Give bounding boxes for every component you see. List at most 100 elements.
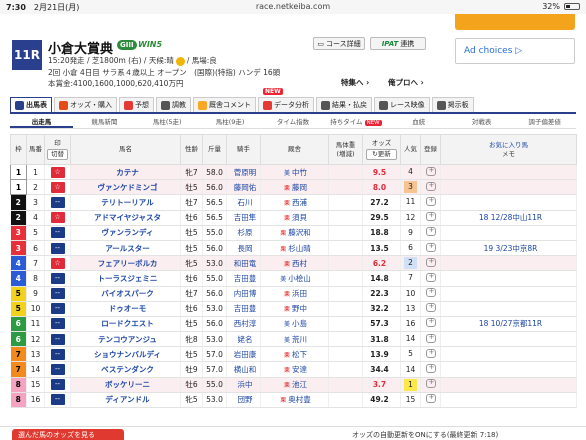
jockey-link[interactable]: 団野 <box>226 392 261 409</box>
trainer-link[interactable]: 藤岡 <box>292 183 307 192</box>
register-cell[interactable] <box>420 210 441 226</box>
mark-cell[interactable]: ☆ <box>44 255 71 272</box>
odds-value[interactable]: 9.5 <box>362 164 401 181</box>
tab-2[interactable]: オッズ・購入 <box>54 97 117 112</box>
tab-1[interactable]: 出馬表 <box>10 97 52 112</box>
memo-cell[interactable] <box>440 392 577 409</box>
mark-cell[interactable]: -- <box>44 331 71 348</box>
view-selected-odds-button[interactable]: 選んだ馬のオッズを見る <box>12 429 124 440</box>
odds-value[interactable]: 18.8 <box>362 225 401 241</box>
table-row[interactable]: 24☆アドマイヤジャスタ牡656.5吉田隼栗須貝29.51218 12/28中山… <box>10 210 577 226</box>
ad-choices-box[interactable]: Ad choices ▷ <box>455 38 575 64</box>
tab-4[interactable]: 調教 <box>156 97 191 112</box>
memo-cell[interactable] <box>440 346 577 363</box>
course-detail-button[interactable]: ▭ コース詳細 <box>313 37 365 50</box>
register-cell[interactable] <box>420 225 441 241</box>
odds-value[interactable]: 3.7 <box>362 377 401 393</box>
trainer-link[interactable]: 野中 <box>292 304 307 313</box>
horse-name-link[interactable]: ディアンドル <box>70 392 181 409</box>
mark-cell[interactable]: ☆ <box>44 210 71 226</box>
odds-value[interactable]: 49.2 <box>362 392 401 409</box>
mark-button[interactable]: -- <box>50 394 65 406</box>
ipat-link-button[interactable]: IPAT 連携 <box>370 37 426 50</box>
register-cell[interactable] <box>420 179 441 196</box>
mark-button[interactable]: -- <box>50 379 65 391</box>
favorite-add-icon[interactable] <box>425 226 436 237</box>
register-cell[interactable] <box>420 240 441 257</box>
register-cell[interactable] <box>420 316 441 333</box>
favorite-add-icon[interactable] <box>425 333 436 343</box>
table-row[interactable]: 36--アールスター牡556.0長岡栗杉山晴13.5619 3/23中京8R <box>10 240 577 257</box>
ad-banner-top[interactable] <box>455 14 575 30</box>
mark-button[interactable]: -- <box>50 348 65 360</box>
table-row[interactable]: 8 15 -- ボッケリーニ 牡6 55.0 浜中栗池江 3.7 1 <box>10 377 577 393</box>
register-cell[interactable] <box>420 301 441 317</box>
mark-cell[interactable]: -- <box>44 377 71 393</box>
memo-cell[interactable]: 19 3/23中京8R <box>440 240 577 257</box>
favorite-add-icon[interactable] <box>425 196 436 206</box>
odds-value[interactable]: 22.3 <box>362 286 401 302</box>
jockey-link[interactable]: 浜中 <box>226 377 261 393</box>
trainer-link[interactable]: 浜田 <box>292 289 307 298</box>
memo-cell[interactable]: 18 10/27京都11R <box>440 316 577 333</box>
horse-name-link[interactable]: バイオスパーク <box>70 286 181 302</box>
mark-cell[interactable]: -- <box>44 316 71 333</box>
favorite-add-icon[interactable] <box>425 272 436 282</box>
memo-cell[interactable] <box>440 286 577 302</box>
odds-value[interactable]: 27.2 <box>362 194 401 211</box>
favorite-add-icon[interactable] <box>425 363 436 374</box>
table-row[interactable]: 1 2 ☆ ヴァンケドミンゴ 牡5 56.0 藤岡佑栗藤岡 8.0 3 <box>10 179 577 196</box>
mark-button[interactable]: -- <box>50 333 65 345</box>
mark-button[interactable]: ☆ <box>50 181 65 193</box>
register-cell[interactable] <box>420 392 441 409</box>
mark-button[interactable]: -- <box>50 272 65 284</box>
horse-name-link[interactable]: ヴァンケドミンゴ <box>70 179 181 196</box>
tab-8[interactable]: レース映像 <box>374 97 430 112</box>
odds-value[interactable]: 32.2 <box>362 301 401 317</box>
mark-button[interactable]: -- <box>50 196 65 208</box>
jockey-link[interactable]: 菅原明 <box>226 164 261 181</box>
mark-button[interactable]: -- <box>50 288 65 300</box>
mark-cell[interactable]: -- <box>44 225 71 241</box>
memo-cell[interactable] <box>440 361 577 378</box>
tab-7[interactable]: 結果・払戻 <box>316 97 372 112</box>
horse-name-link[interactable]: アールスター <box>70 240 181 257</box>
ore-pro-link[interactable]: 俺プロへ › <box>388 77 424 88</box>
odds-value[interactable]: 13.9 <box>362 346 401 363</box>
trainer-link[interactable]: 奥村豊 <box>288 395 311 404</box>
table-row[interactable]: 3 5 -- ヴァンランディ 牡5 55.0 杉原栗藤沢和 18.8 9 <box>10 225 577 241</box>
subtab-5[interactable]: タイム指数 <box>262 115 325 128</box>
favorite-add-icon[interactable] <box>425 242 436 252</box>
horse-name-link[interactable]: ロードクエスト <box>70 316 181 333</box>
subtab-6[interactable]: 持ちタイム NEW <box>324 115 387 128</box>
subtab-3[interactable]: 馬柱(5走) <box>136 115 199 128</box>
memo-cell[interactable] <box>440 331 577 348</box>
register-cell[interactable] <box>420 270 441 287</box>
memo-cell[interactable] <box>440 270 577 287</box>
mark-button[interactable]: ☆ <box>50 166 65 178</box>
mark-switch-button[interactable]: 切替 <box>47 148 68 160</box>
horse-name-link[interactable]: ベステンダンク <box>70 361 181 378</box>
trainer-link[interactable]: 荒川 <box>292 335 307 344</box>
favorite-add-icon[interactable] <box>425 317 436 328</box>
memo-cell[interactable] <box>440 225 577 241</box>
odds-value[interactable]: 8.0 <box>362 179 401 196</box>
subtab-4[interactable]: 馬柱(9走) <box>199 115 262 128</box>
horse-name-link[interactable]: トーラスジェミニ <box>70 270 181 287</box>
trainer-link[interactable]: 松下 <box>292 350 307 359</box>
odds-value[interactable]: 29.5 <box>362 210 401 226</box>
table-row[interactable]: 5 10 -- ドゥオーモ 牡6 53.0 吉田豊栗野中 32.2 13 <box>10 301 577 317</box>
jockey-link[interactable]: 石川 <box>226 194 261 211</box>
horse-name-link[interactable]: ボッケリーニ <box>70 377 181 393</box>
jockey-link[interactable]: 姥名 <box>226 331 261 348</box>
favorite-add-icon[interactable] <box>425 287 436 298</box>
register-cell[interactable] <box>420 346 441 363</box>
horse-name-link[interactable]: フェアリーポルカ <box>70 255 181 272</box>
jockey-link[interactable]: 長岡 <box>226 240 261 257</box>
table-row[interactable]: 1 1 ☆ カテナ 牝7 58.0 菅原明美中竹 9.5 4 <box>10 163 577 181</box>
favorite-add-icon[interactable] <box>425 348 436 358</box>
mark-button[interactable]: -- <box>50 303 65 315</box>
odds-value[interactable]: 6.2 <box>362 255 401 272</box>
jockey-link[interactable]: 内田博 <box>226 286 261 302</box>
mark-cell[interactable]: -- <box>44 346 71 363</box>
